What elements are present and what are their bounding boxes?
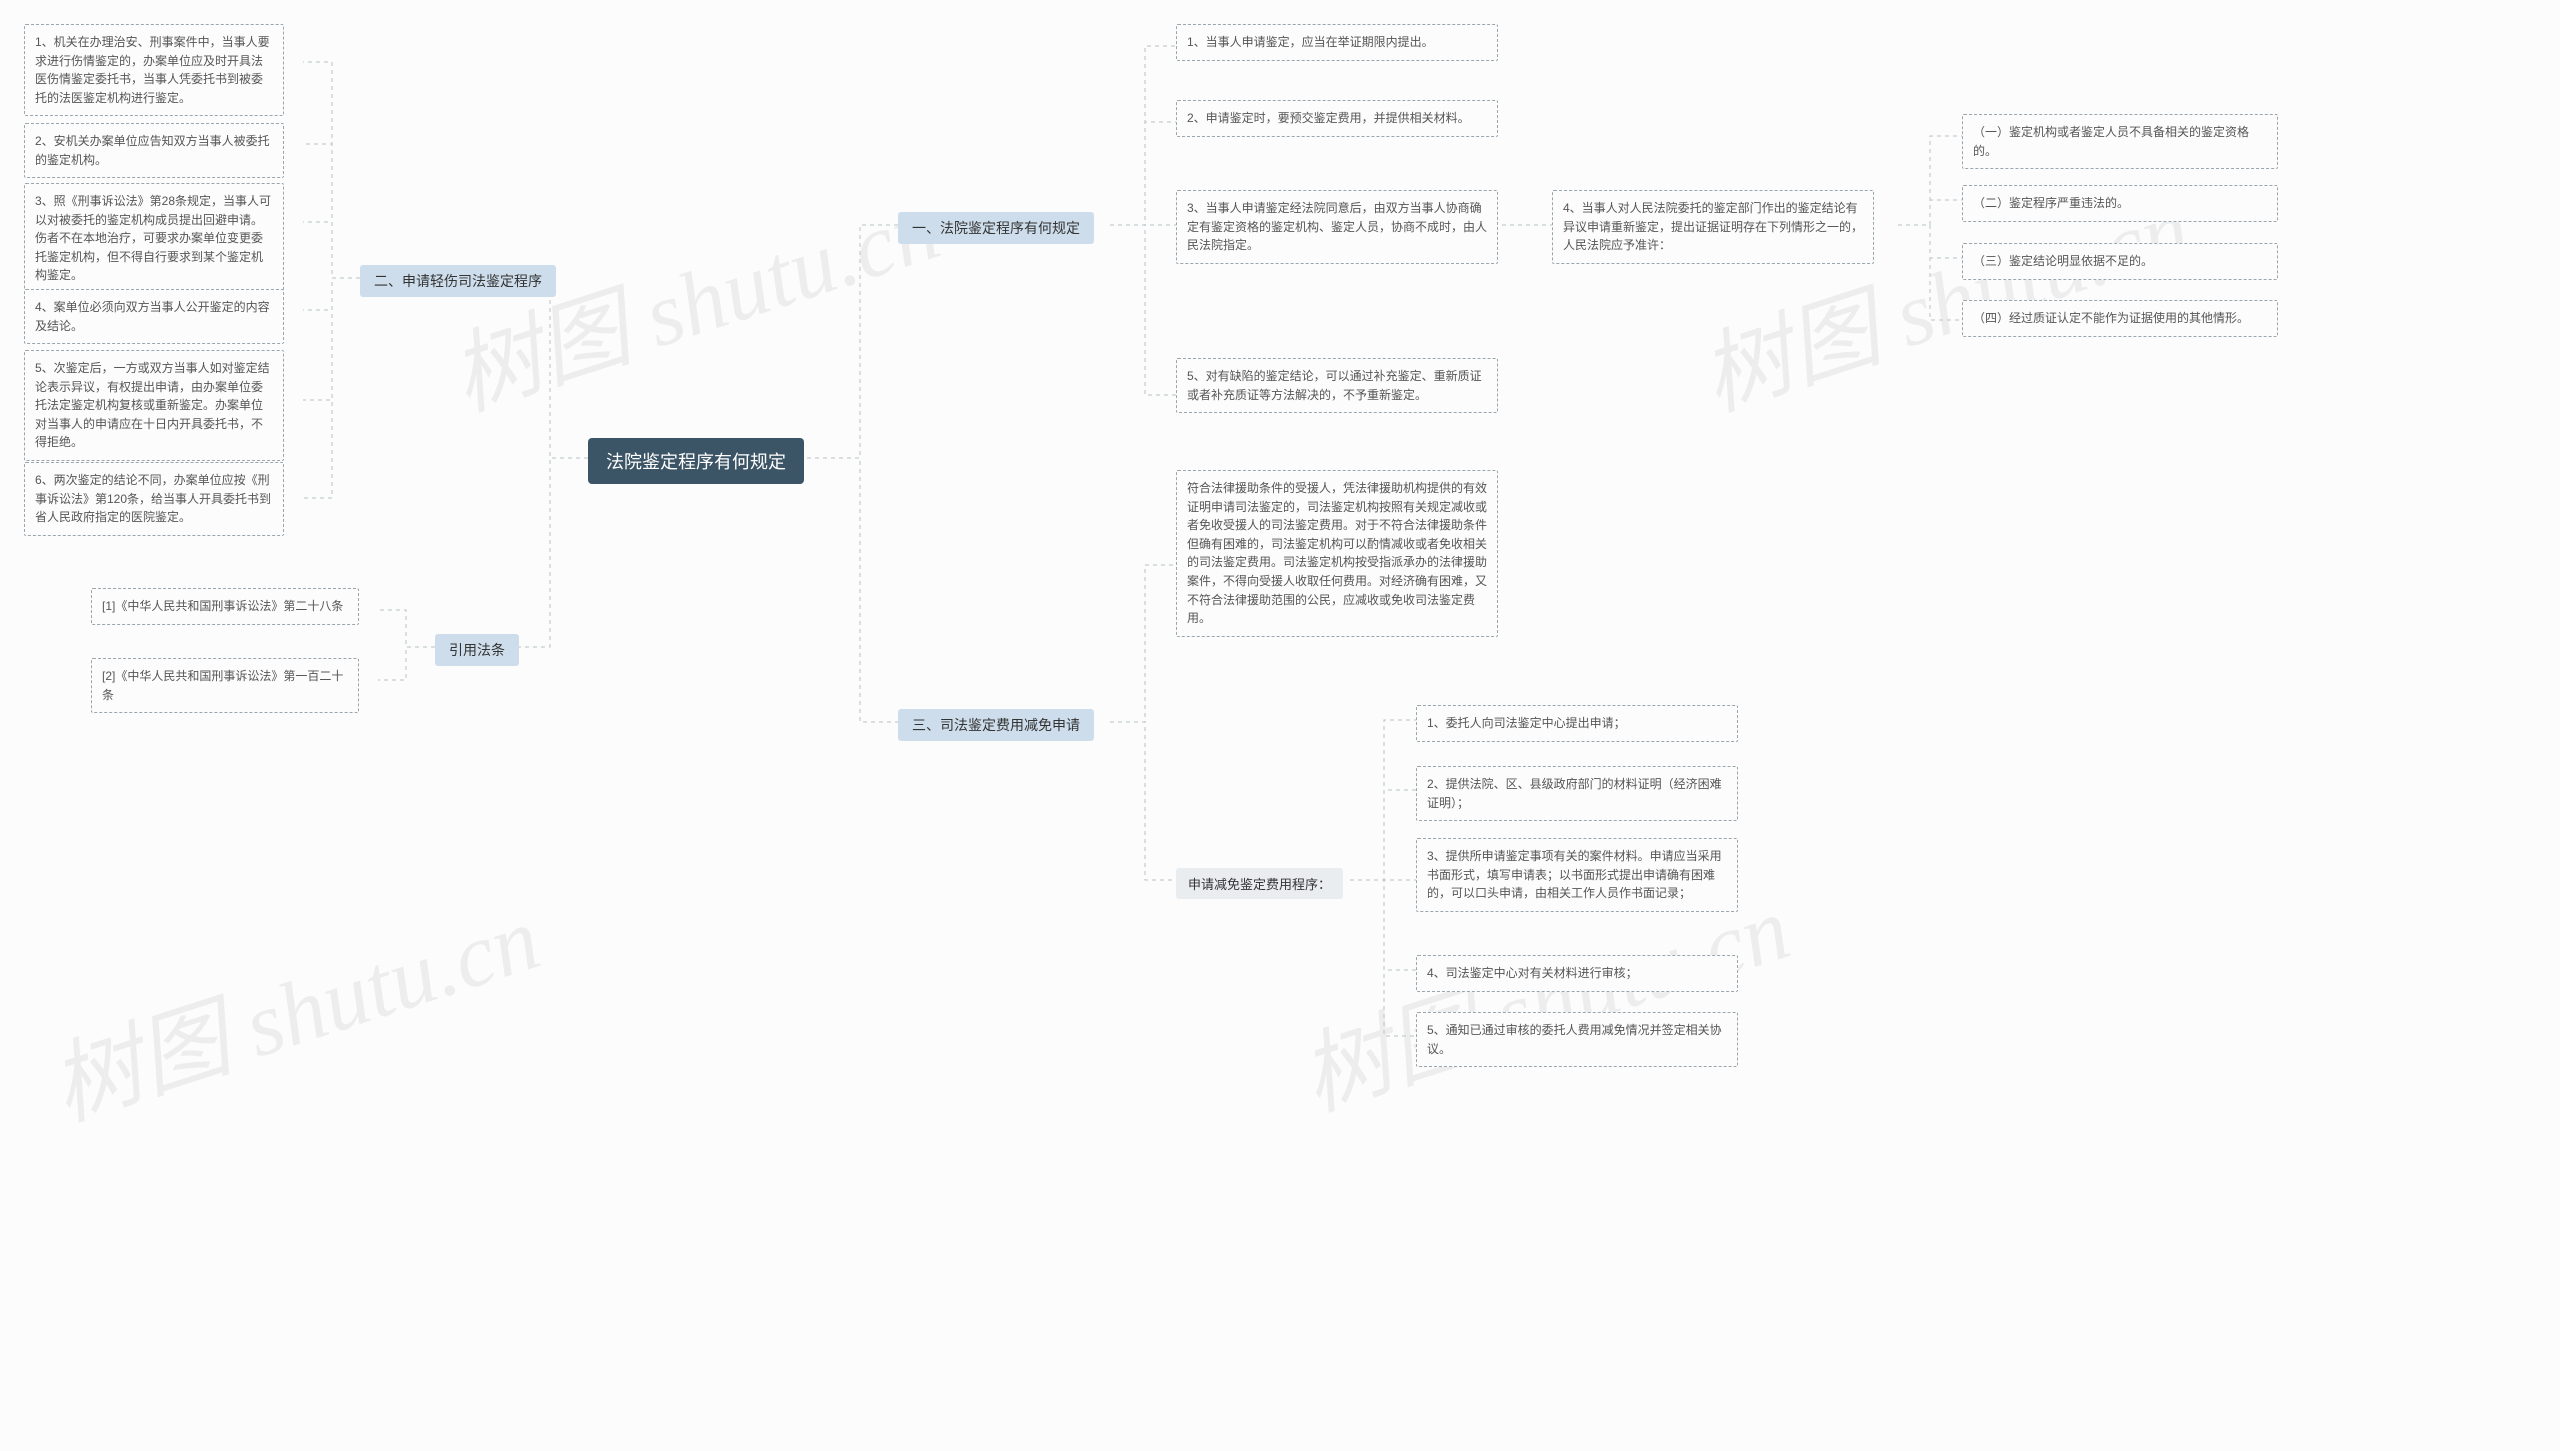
b1-4-sub-2-text: （二）鉴定程序严重违法的。: [1973, 196, 2129, 210]
b2-item-3[interactable]: 3、照《刑事诉讼法》第28条规定，当事人可以对被委托的鉴定机构成员提出回避申请。…: [24, 183, 284, 294]
b1-4-sub-4-text: （四）经过质证认定不能作为证据使用的其他情形。: [1973, 311, 2249, 325]
b2-item-4[interactable]: 4、案单位必须向双方当事人公开鉴定的内容及结论。: [24, 289, 284, 344]
b2-item-1[interactable]: 1、机关在办理治安、刑事案件中，当事人要求进行伤情鉴定的，办案单位应及时开具法医…: [24, 24, 284, 116]
b4-item-1-text: [1]《中华人民共和国刑事诉讼法》第二十八条: [102, 599, 343, 613]
branch-3-label: 三、司法鉴定费用减免申请: [912, 717, 1080, 733]
b3-item-2[interactable]: 2、提供法院、区、县级政府部门的材料证明（经济困难证明）；: [1416, 766, 1738, 821]
b1-4-sub-3-text: （三）鉴定结论明显依据不足的。: [1973, 254, 2153, 268]
b3-item-5[interactable]: 5、通知已通过审核的委托人费用减免情况并签定相关协议。: [1416, 1012, 1738, 1067]
b3-item-1[interactable]: 1、委托人向司法鉴定中心提出申请；: [1416, 705, 1738, 742]
b2-item-6-text: 6、两次鉴定的结论不同，办案单位应按《刑事诉讼法》第120条，给当事人开具委托书…: [35, 473, 271, 524]
b2-item-5[interactable]: 5、次鉴定后，一方或双方当事人如对鉴定结论表示异议，有权提出申请，由办案单位委托…: [24, 350, 284, 461]
b1-item-2[interactable]: 2、申请鉴定时，要预交鉴定费用，并提供相关材料。: [1176, 100, 1498, 137]
branch-2-label: 二、申请轻伤司法鉴定程序: [374, 273, 542, 289]
b1-item-5-text: 5、对有缺陷的鉴定结论，可以通过补充鉴定、重新质证或者补充质证等方法解决的，不予…: [1187, 369, 1482, 402]
b2-item-3-text: 3、照《刑事诉讼法》第28条规定，当事人可以对被委托的鉴定机构成员提出回避申请。…: [35, 194, 271, 282]
mindmap-canvas: 树图 shutu.cn 树图 shutu.cn 树图 shutu.cn 树图 s…: [120, 0, 2560, 1451]
b2-item-2[interactable]: 2、安机关办案单位应告知双方当事人被委托的鉴定机构。: [24, 123, 284, 178]
b2-item-2-text: 2、安机关办案单位应告知双方当事人被委托的鉴定机构。: [35, 134, 270, 167]
b2-item-6[interactable]: 6、两次鉴定的结论不同，办案单位应按《刑事诉讼法》第120条，给当事人开具委托书…: [24, 462, 284, 536]
b3-item-4-text: 4、司法鉴定中心对有关材料进行审核；: [1427, 966, 1638, 980]
b1-item-3-text: 3、当事人申请鉴定经法院同意后，由双方当事人协商确定有鉴定资格的鉴定机构、鉴定人…: [1187, 201, 1487, 252]
b4-item-1[interactable]: [1]《中华人民共和国刑事诉讼法》第二十八条: [91, 588, 359, 625]
b1-item-4-text: 4、当事人对人民法院委托的鉴定部门作出的鉴定结论有异议申请重新鉴定，提出证据证明…: [1563, 201, 1863, 252]
b1-4-sub-4[interactable]: （四）经过质证认定不能作为证据使用的其他情形。: [1962, 300, 2278, 337]
b3-item-3-text: 3、提供所申请鉴定事项有关的案件材料。申请应当采用书面形式，填写申请表；以书面形…: [1427, 849, 1722, 900]
branch-1-label: 一、法院鉴定程序有何规定: [912, 220, 1080, 236]
b1-item-3[interactable]: 3、当事人申请鉴定经法院同意后，由双方当事人协商确定有鉴定资格的鉴定机构、鉴定人…: [1176, 190, 1498, 264]
b1-4-sub-1[interactable]: （一）鉴定机构或者鉴定人员不具备相关的鉴定资格的。: [1962, 114, 2278, 169]
b3-item-1-text: 1、委托人向司法鉴定中心提出申请；: [1427, 716, 1626, 730]
b3-item-5-text: 5、通知已通过审核的委托人费用减免情况并签定相关协议。: [1427, 1023, 1722, 1056]
b4-item-2-text: [2]《中华人民共和国刑事诉讼法》第一百二十条: [102, 669, 343, 702]
b2-item-4-text: 4、案单位必须向双方当事人公开鉴定的内容及结论。: [35, 300, 270, 333]
b4-item-2[interactable]: [2]《中华人民共和国刑事诉讼法》第一百二十条: [91, 658, 359, 713]
b1-item-4[interactable]: 4、当事人对人民法院委托的鉴定部门作出的鉴定结论有异议申请重新鉴定，提出证据证明…: [1552, 190, 1874, 264]
b3-intro-text: 符合法律援助条件的受援人，凭法律援助机构提供的有效证明申请司法鉴定的，司法鉴定机…: [1187, 481, 1487, 625]
watermark: 树图 shutu.cn: [32, 865, 552, 1145]
b1-item-1-text: 1、当事人申请鉴定，应当在举证期限内提出。: [1187, 35, 1434, 49]
b3-intro[interactable]: 符合法律援助条件的受援人，凭法律援助机构提供的有效证明申请司法鉴定的，司法鉴定机…: [1176, 470, 1498, 637]
b1-4-sub-3[interactable]: （三）鉴定结论明显依据不足的。: [1962, 243, 2278, 280]
watermark: 树图 shutu.cn: [2212, 1445, 2560, 1451]
root-node[interactable]: 法院鉴定程序有何规定: [588, 438, 804, 484]
branch-4[interactable]: 引用法条: [435, 634, 519, 666]
b2-item-5-text: 5、次鉴定后，一方或双方当事人如对鉴定结论表示异议，有权提出申请，由办案单位委托…: [35, 361, 270, 449]
root-title: 法院鉴定程序有何规定: [606, 452, 786, 472]
b3-sub-label: 申请减免鉴定费用程序：: [1188, 877, 1331, 892]
branch-4-label: 引用法条: [449, 642, 505, 658]
branch-3[interactable]: 三、司法鉴定费用减免申请: [898, 709, 1094, 741]
b3-item-2-text: 2、提供法院、区、县级政府部门的材料证明（经济困难证明）；: [1427, 777, 1722, 810]
b1-4-sub-2[interactable]: （二）鉴定程序严重违法的。: [1962, 185, 2278, 222]
branch-2[interactable]: 二、申请轻伤司法鉴定程序: [360, 265, 556, 297]
b3-item-4[interactable]: 4、司法鉴定中心对有关材料进行审核；: [1416, 955, 1738, 992]
b1-4-sub-1-text: （一）鉴定机构或者鉴定人员不具备相关的鉴定资格的。: [1973, 125, 2249, 158]
branch-1[interactable]: 一、法院鉴定程序有何规定: [898, 212, 1094, 244]
b3-sub[interactable]: 申请减免鉴定费用程序：: [1176, 868, 1343, 899]
b1-item-5[interactable]: 5、对有缺陷的鉴定结论，可以通过补充鉴定、重新质证或者补充质证等方法解决的，不予…: [1176, 358, 1498, 413]
b1-item-2-text: 2、申请鉴定时，要预交鉴定费用，并提供相关材料。: [1187, 111, 1470, 125]
b3-item-3[interactable]: 3、提供所申请鉴定事项有关的案件材料。申请应当采用书面形式，填写申请表；以书面形…: [1416, 838, 1738, 912]
b1-item-1[interactable]: 1、当事人申请鉴定，应当在举证期限内提出。: [1176, 24, 1498, 61]
b2-item-1-text: 1、机关在办理治安、刑事案件中，当事人要求进行伤情鉴定的，办案单位应及时开具法医…: [35, 35, 270, 105]
